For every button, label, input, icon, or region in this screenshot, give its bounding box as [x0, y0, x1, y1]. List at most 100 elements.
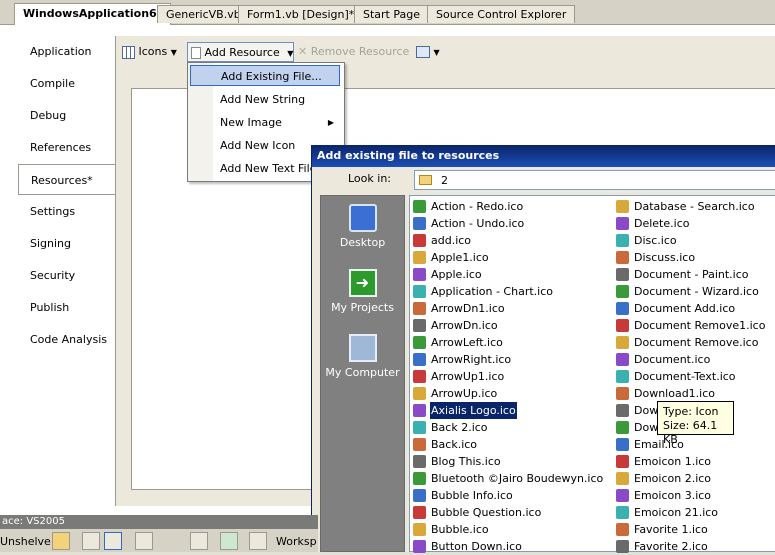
place-my-projects-label: My Projects [331, 301, 394, 314]
designer-sidebar: Application Compile Debug References Res… [18, 36, 115, 388]
source-files-icon[interactable] [82, 532, 100, 550]
look-in-label: Look in: [348, 172, 391, 185]
file-icon [413, 523, 426, 536]
sidebar-item-resources[interactable]: Resources* [18, 164, 115, 195]
file-icon [413, 251, 426, 264]
tab-genericvb[interactable]: GenericVB.vb [157, 5, 250, 23]
add-resource-button[interactable]: Add Resource ▼ [187, 42, 294, 62]
remove-resource-button[interactable]: ✕ Remove Resource [298, 42, 409, 62]
file-name: Bluetooth ©Jairo Boudewyn.ico [431, 472, 604, 485]
file-icon [413, 319, 426, 332]
file-name: ArrowUp.ico [431, 387, 498, 400]
place-desktop-label: Desktop [339, 236, 386, 249]
new-image-label: New Image [220, 116, 282, 129]
file-icon [616, 319, 629, 332]
delete-icon: ✕ [298, 45, 308, 58]
file-name: Document Remove1.ico [634, 319, 766, 332]
file-icon [413, 540, 426, 553]
file-icon [616, 523, 629, 536]
file-icon [616, 251, 629, 264]
tab-start-page[interactable]: Start Page [354, 5, 429, 23]
file-icon [616, 540, 629, 553]
my-projects-icon: ➜ [348, 269, 377, 297]
file-name: Back 2.ico [431, 421, 488, 434]
sidebar-item-references[interactable]: References [18, 132, 115, 163]
file-name: Favorite 1.ico [634, 523, 708, 536]
sidebar-item-security[interactable]: Security [18, 260, 115, 291]
tab-form1-design[interactable]: Form1.vb [Design]* [238, 5, 364, 23]
file-icon [413, 421, 426, 434]
file-name: Emoicon 2.ico [634, 472, 712, 485]
file-name: ArrowDn.ico [431, 319, 498, 332]
dialog-title: Add existing file to resources [312, 145, 775, 167]
file-icon [413, 234, 426, 247]
menu-item-add-existing-file[interactable]: Add Existing File... [190, 65, 340, 86]
check-in-icon[interactable] [135, 532, 153, 550]
add-resource-label: Add Resource [204, 46, 280, 59]
folder-icon[interactable] [52, 532, 70, 550]
unshelve-button[interactable]: Unshelve [0, 535, 51, 548]
sidebar-item-compile[interactable]: Compile [18, 68, 115, 99]
sidebar-item-settings[interactable]: Settings [18, 196, 115, 227]
file-icon [413, 404, 426, 417]
sidebar-item-application[interactable]: Application [18, 36, 115, 67]
file-icon [413, 506, 426, 519]
file-icon [413, 455, 426, 468]
sidebar-item-code-analysis[interactable]: Code Analysis [18, 324, 115, 355]
add-existing-file-dialog: Add existing file to resources Look in: … [311, 145, 775, 553]
file-icon [413, 472, 426, 485]
file-icon [616, 370, 629, 383]
file-name: Axialis Logo.ico [430, 402, 517, 419]
file-name: ArrowDn1.ico [431, 302, 505, 315]
folder-icon [419, 175, 432, 185]
workspace-bar: ace: VS2005 [0, 515, 318, 529]
add-file-icon [191, 47, 201, 59]
file-icon [413, 336, 426, 349]
file-name: Action - Redo.ico [431, 200, 524, 213]
chevron-down-icon: ▼ [170, 48, 177, 57]
file-icon [616, 234, 629, 247]
file-icon [616, 438, 629, 451]
sidebar-item-debug[interactable]: Debug [18, 100, 115, 131]
file-name: Action - Undo.ico [431, 217, 525, 230]
menu-item-new-image[interactable]: New Image ▶ [190, 112, 340, 133]
look-in-dropdown[interactable]: 2 [414, 170, 775, 190]
submenu-arrow-icon: ▶ [327, 118, 334, 127]
compare-icon[interactable] [249, 532, 267, 550]
tab-source-control-explorer[interactable]: Source Control Explorer [427, 5, 576, 23]
file-icon [616, 472, 629, 485]
file-icon [413, 370, 426, 383]
file-icon [413, 268, 426, 281]
menu-item-add-new-string[interactable]: Add New String [190, 89, 340, 110]
views-button[interactable]: ▼ [416, 42, 440, 62]
file-icon [616, 421, 629, 434]
sidebar-item-publish[interactable]: Publish [18, 292, 115, 323]
file-list[interactable]: Action - Redo.ico Action - Undo.ico add.ic… [409, 195, 775, 553]
tab-windowsapplication6[interactable]: WindowsApplication6* [14, 3, 172, 25]
work-items-icon[interactable] [104, 532, 122, 550]
chevron-down-icon: ▼ [287, 49, 294, 58]
resources-toolbar: Icons ▼ Add Resource ▼ ✕ Remove Resource… [116, 40, 456, 64]
file-name: Download1.ico [634, 387, 716, 400]
file-name: Application - Chart.ico [431, 285, 553, 298]
table-view-icon [416, 46, 430, 58]
file-name: Bubble Info.ico [431, 489, 513, 502]
place-desktop[interactable]: Desktop [321, 204, 404, 249]
icons-view-label: Icons [138, 45, 168, 58]
undo-icon[interactable] [190, 532, 208, 550]
file-icon [616, 404, 629, 417]
places-bar: Desktop ➜ My Projects My Computer [320, 195, 405, 552]
file-name: Disc.ico [634, 234, 677, 247]
sidebar-item-signing[interactable]: Signing [18, 228, 115, 259]
file-tooltip: Type: Icon Size: 64.1 KB [657, 401, 734, 446]
file-name: Favorite 2.ico [634, 540, 708, 553]
refresh-icon[interactable] [220, 532, 238, 550]
document-tab-strip: WindowsApplication6* GenericVB.vb Form1.… [0, 0, 775, 25]
file-icon [616, 455, 629, 468]
file-name: Database - Search.ico [634, 200, 755, 213]
icons-view-button[interactable]: Icons ▼ [122, 42, 177, 62]
file-icon [616, 353, 629, 366]
file-icon [413, 387, 426, 400]
place-my-computer[interactable]: My Computer [321, 334, 404, 379]
place-my-projects[interactable]: ➜ My Projects [321, 269, 404, 314]
